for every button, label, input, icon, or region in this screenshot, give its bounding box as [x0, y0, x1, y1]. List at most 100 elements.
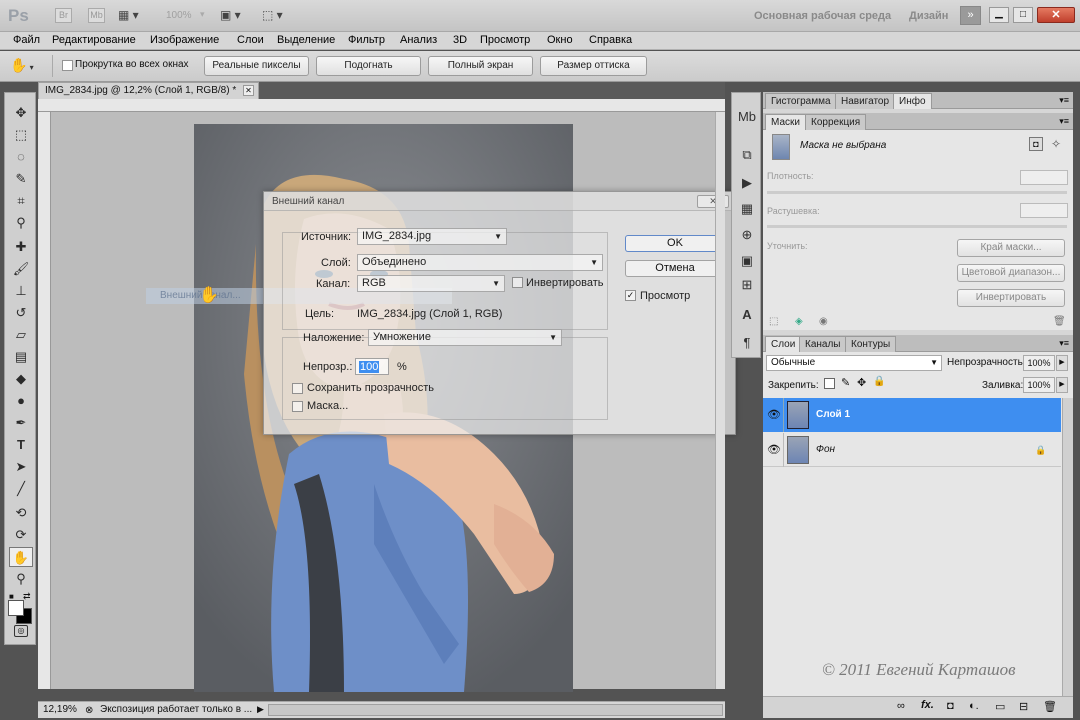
more-workspaces-icon[interactable]: »	[960, 6, 981, 25]
pen-tool-icon[interactable]: ✒	[9, 413, 33, 433]
character-panel-icon[interactable]: A	[737, 305, 757, 325]
apply-mask-icon[interactable]: ◈	[795, 316, 803, 327]
paragraph-panel-icon[interactable]: ¶	[737, 333, 757, 353]
density-input[interactable]	[1020, 170, 1068, 185]
lock-transparent-icon[interactable]	[824, 378, 835, 389]
panel-menu-icon[interactable]: ▾≡	[1059, 116, 1069, 127]
menu-analysis[interactable]: Анализ	[400, 34, 437, 46]
load-selection-icon[interactable]: ⬚	[769, 316, 778, 327]
disable-mask-icon[interactable]: ◉	[819, 316, 828, 327]
menu-help[interactable]: Справка	[589, 34, 632, 46]
swap-colors-icon[interactable]: ⇄	[23, 591, 31, 602]
opacity-arrow-icon[interactable]: ▶	[1056, 355, 1068, 371]
fill-arrow-icon[interactable]: ▶	[1056, 377, 1068, 393]
menu-image[interactable]: Изображение	[150, 34, 219, 46]
clone-stamp-tool-icon[interactable]: ⊥	[9, 281, 33, 301]
notes-panel-icon[interactable]: ⊞	[737, 275, 757, 295]
menu-window[interactable]: Окно	[547, 34, 573, 46]
3d-rotate-tool-icon[interactable]: ⟲	[9, 503, 33, 523]
brushes-panel-icon[interactable]: ▦	[737, 199, 757, 219]
layer-name[interactable]: Фон	[816, 433, 835, 467]
lasso-tool-icon[interactable]: ◌	[9, 147, 33, 167]
history-panel-icon[interactable]: ⧉	[737, 145, 757, 165]
maximize-button[interactable]: □	[1013, 7, 1033, 23]
status-menu-arrow-icon[interactable]: ▶	[257, 702, 264, 717]
quick-mask-icon[interactable]: ◎	[14, 625, 28, 637]
dodge-tool-icon[interactable]: ●	[9, 391, 33, 411]
clone-source-panel-icon[interactable]: ⊕	[737, 225, 757, 245]
new-group-icon[interactable]: ▭	[995, 700, 1005, 713]
ok-button[interactable]: OK	[625, 235, 725, 252]
3d-orbit-tool-icon[interactable]: ⟳	[9, 525, 33, 545]
actions-panel-icon[interactable]: ▶	[737, 173, 757, 193]
layer-row[interactable]: 👁 Слой 1	[763, 398, 1061, 432]
menu-layers[interactable]: Слои	[237, 34, 264, 46]
gradient-tool-icon[interactable]: ▤	[9, 347, 33, 367]
channel-select[interactable]: RGB ▼	[357, 275, 505, 292]
quick-select-tool-icon[interactable]: ✎	[9, 169, 33, 189]
swatches-panel-icon[interactable]: ▣	[737, 251, 757, 271]
vertical-scrollbar[interactable]	[715, 112, 725, 689]
zoom-level-display[interactable]: 100%	[166, 10, 192, 21]
add-mask-icon[interactable]: ◘	[947, 700, 954, 712]
layer-style-icon[interactable]: fx.	[921, 699, 934, 711]
healing-brush-tool-icon[interactable]: ✚	[9, 237, 33, 257]
fill-screen-button[interactable]: Полный экран	[428, 56, 533, 76]
zoom-percentage[interactable]: 12,19%	[43, 702, 77, 717]
source-select[interactable]: IMG_2834.jpg ▼	[357, 228, 507, 245]
actual-pixels-button[interactable]: Реальные пикселы	[204, 56, 309, 76]
menu-select[interactable]: Выделение	[277, 34, 335, 46]
layer-select[interactable]: Объединено ▼	[357, 254, 603, 271]
marquee-tool-icon[interactable]: ⬚	[9, 125, 33, 145]
blend-mode-select[interactable]: Обычные ▼	[766, 355, 942, 371]
zoom-dropdown-icon[interactable]: ▾	[200, 9, 205, 20]
preserve-transparency-checkbox[interactable]	[292, 383, 303, 394]
mini-bridge-icon[interactable]: Mb	[88, 8, 105, 23]
close-document-icon[interactable]: ✕	[243, 85, 254, 96]
layer-name[interactable]: Слой 1	[816, 398, 850, 432]
eraser-tool-icon[interactable]: ▱	[9, 325, 33, 345]
invert-checkbox[interactable]	[512, 277, 523, 288]
feather-input[interactable]	[1020, 203, 1068, 218]
print-size-button[interactable]: Размер оттиска	[540, 56, 647, 76]
fill-input[interactable]: 100%	[1023, 377, 1055, 393]
document-tab[interactable]: IMG_2834.jpg @ 12,2% (Слой 1, RGB/8) * ✕	[38, 82, 259, 99]
hand-tool-icon[interactable]: ✋	[9, 547, 33, 567]
visibility-eye-icon[interactable]: 👁	[767, 433, 781, 467]
move-tool-icon[interactable]: ✥	[9, 103, 33, 123]
tab-paths[interactable]: Контуры	[845, 336, 897, 352]
minimize-button[interactable]: ▁	[989, 7, 1009, 23]
type-tool-icon[interactable]: T	[9, 435, 33, 455]
adjustment-layer-icon[interactable]: ◐.	[969, 700, 979, 712]
mini-bridge-panel-icon[interactable]: Mb	[737, 107, 757, 127]
lock-position-icon[interactable]: ✥	[857, 376, 866, 389]
zoom-tool-icon[interactable]: ⚲	[9, 569, 33, 589]
tab-masks[interactable]: Маски	[765, 114, 806, 130]
fit-screen-button[interactable]: Подогнать	[316, 56, 421, 76]
brush-tool-icon[interactable]: 🖌	[9, 259, 33, 279]
arrange-documents-icon[interactable]: ▣ ▾	[220, 8, 250, 23]
layer-row[interactable]: 👁 Фон 🔒	[763, 433, 1061, 467]
menu-view[interactable]: Просмотр	[480, 34, 530, 46]
pixel-mask-icon[interactable]: ◘	[1029, 137, 1043, 151]
hand-tool-preset-icon[interactable]: ✋ ▾	[10, 57, 44, 76]
scroll-all-windows-checkbox[interactable]	[62, 60, 73, 71]
preview-checkbox[interactable]: ✓	[625, 290, 636, 301]
blur-tool-icon[interactable]: ◆	[9, 369, 33, 389]
cancel-button[interactable]: Отмена	[625, 260, 725, 277]
mask-checkbox[interactable]	[292, 401, 303, 412]
lock-all-icon[interactable]: 🔒	[873, 376, 885, 387]
color-range-button[interactable]: Цветовой диапазон...	[957, 264, 1065, 282]
tab-info[interactable]: Инфо	[893, 93, 932, 109]
workspace-design[interactable]: Дизайн	[909, 10, 948, 22]
workspace-essentials[interactable]: Основная рабочая среда	[754, 10, 891, 22]
layer-opacity-input[interactable]: 100%	[1023, 355, 1055, 371]
delete-mask-icon[interactable]: 🗑	[1053, 316, 1066, 327]
tab-layers[interactable]: Слои	[765, 336, 802, 352]
delete-layer-icon[interactable]: 🗑	[1043, 700, 1057, 713]
visibility-eye-icon[interactable]: 👁	[767, 398, 781, 432]
density-slider[interactable]	[767, 191, 1067, 194]
blending-select[interactable]: Умножение ▼	[368, 329, 562, 346]
screen-mode-icon[interactable]: ⬚ ▾	[262, 8, 296, 23]
bridge-icon[interactable]: Br	[55, 8, 72, 23]
